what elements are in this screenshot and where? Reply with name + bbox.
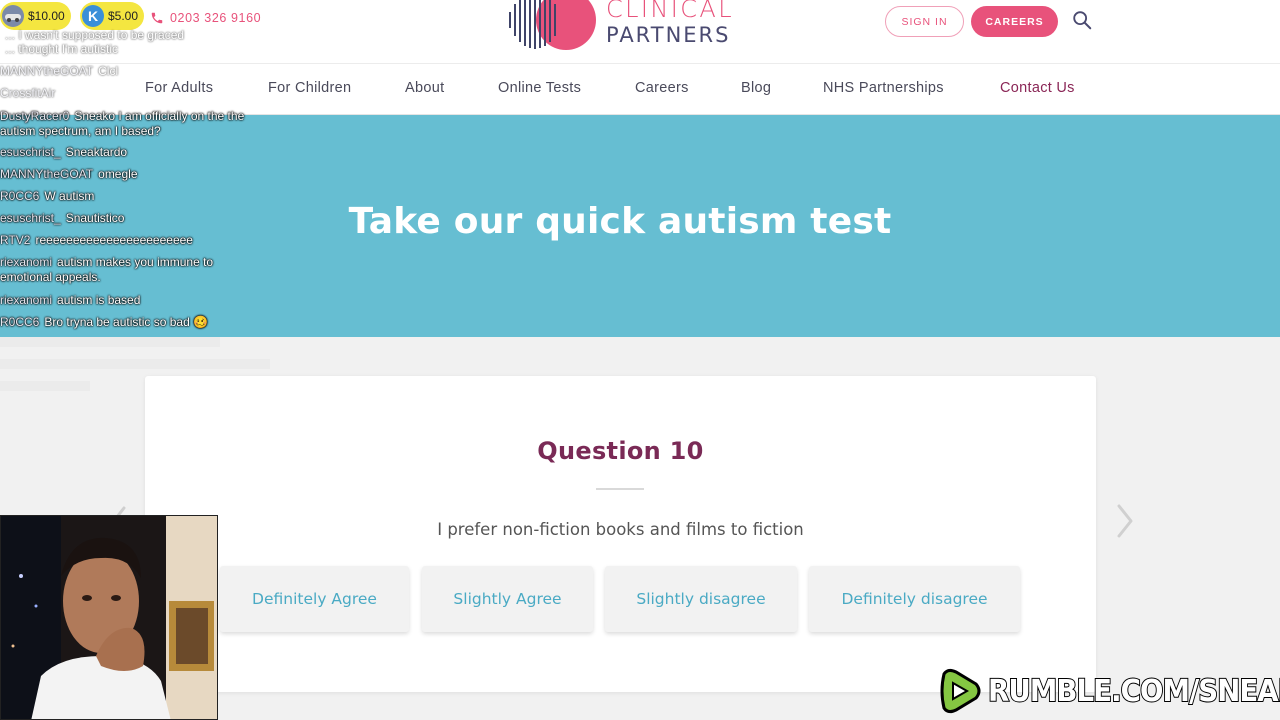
chat-message: DustyRacer0 Sneako I am officially on the… <box>0 109 245 138</box>
donation-badge: K $5.00 <box>80 2 145 30</box>
nav-item-online-tests[interactable]: Online Tests <box>498 80 581 96</box>
nav-item-for-children[interactable]: For Children <box>268 80 351 96</box>
rumble-watermark-text: RUMBLE.COM/SNEAKO <box>987 673 1280 710</box>
chat-message: CrossfitAir <box>0 86 56 100</box>
site-header: 0203 326 9160 CLINICAL PARTNERS SIGN IN … <box>0 0 1280 63</box>
chat-message: MANNYtheGOAT omegle <box>0 167 138 181</box>
question-text: I prefer non-fiction books and films to … <box>437 520 804 539</box>
phone-contact[interactable]: 0203 326 9160 <box>150 11 261 25</box>
chat-message-faded <box>0 359 270 369</box>
next-arrow-icon[interactable] <box>1114 502 1136 540</box>
donation-badge: $10.00 <box>0 2 71 30</box>
nav-item-blog[interactable]: Blog <box>741 80 771 96</box>
question-card: Question 10 I prefer non-fiction books a… <box>145 376 1096 692</box>
donor-avatar: K <box>82 5 104 27</box>
chat-message: esuschrist_ Snautistico <box>0 211 125 225</box>
chat-message: ... thought I'm autistic <box>5 42 119 56</box>
chat-message: esuschrist_ Sneaktardo <box>0 145 128 159</box>
donor-avatar-icon <box>2 5 24 27</box>
logo-line-1: CLINICAL <box>606 0 734 23</box>
chat-message: ... I wasn't supposed to be graced <box>5 28 185 42</box>
logo-mark-icon <box>509 0 596 50</box>
question-divider <box>596 488 644 490</box>
chat-message: R0CC6 Bro tryna be autistic so bad 🥴 <box>0 315 209 329</box>
phone-icon <box>151 12 163 24</box>
sign-in-button[interactable]: SIGN IN <box>885 6 964 37</box>
streamer-webcam <box>0 515 218 720</box>
clinical-partners-logo[interactable]: CLINICAL PARTNERS <box>506 0 734 52</box>
nav-item-about[interactable]: About <box>405 80 444 96</box>
careers-button[interactable]: CAREERS <box>971 6 1058 37</box>
question-title: Question 10 <box>537 437 704 465</box>
chat-message: riexanomi autism is based <box>0 293 141 307</box>
nav-item-careers[interactable]: Careers <box>635 80 689 96</box>
search-icon[interactable] <box>1071 9 1093 31</box>
main-nav: For Adults For Children About Online Tes… <box>0 63 1280 115</box>
webcam-feed-image <box>1 516 217 719</box>
logo-line-2: PARTNERS <box>606 22 731 47</box>
chat-message: MANNYtheGOAT Clcl <box>0 64 119 78</box>
answer-definitely-disagree-button[interactable]: Definitely disagree <box>809 566 1020 632</box>
phone-number[interactable]: 0203 326 9160 <box>170 11 261 25</box>
hero-banner: Take our quick autism test <box>0 115 1280 337</box>
nav-item-for-adults[interactable]: For Adults <box>145 80 213 96</box>
rumble-watermark: RUMBLE.COM/SNEAKO <box>934 666 1280 716</box>
chat-message: riexanomi autism makes you immune to emot… <box>0 255 214 284</box>
rumble-logo-icon <box>940 668 981 714</box>
chat-message: R0CC6 W autism <box>0 189 95 203</box>
nav-item-nhs-partnerships[interactable]: NHS Partnerships <box>823 80 944 96</box>
answer-slightly-disagree-button[interactable]: Slightly disagree <box>605 566 797 632</box>
chat-message-faded <box>0 381 90 391</box>
nav-item-contact-us[interactable]: Contact Us <box>1000 80 1075 96</box>
logo-text: CLINICAL PARTNERS <box>606 0 734 46</box>
answer-definitely-agree-button[interactable]: Definitely Agree <box>220 566 409 632</box>
chat-message-faded <box>0 337 220 347</box>
donation-amount: $10.00 <box>28 9 65 23</box>
chat-message: RTV2 reeeeeeeeeeeeeeeeeeeeeee <box>0 233 193 247</box>
answer-slightly-agree-button[interactable]: Slightly Agree <box>422 566 593 632</box>
donation-amount: $5.00 <box>108 9 139 23</box>
